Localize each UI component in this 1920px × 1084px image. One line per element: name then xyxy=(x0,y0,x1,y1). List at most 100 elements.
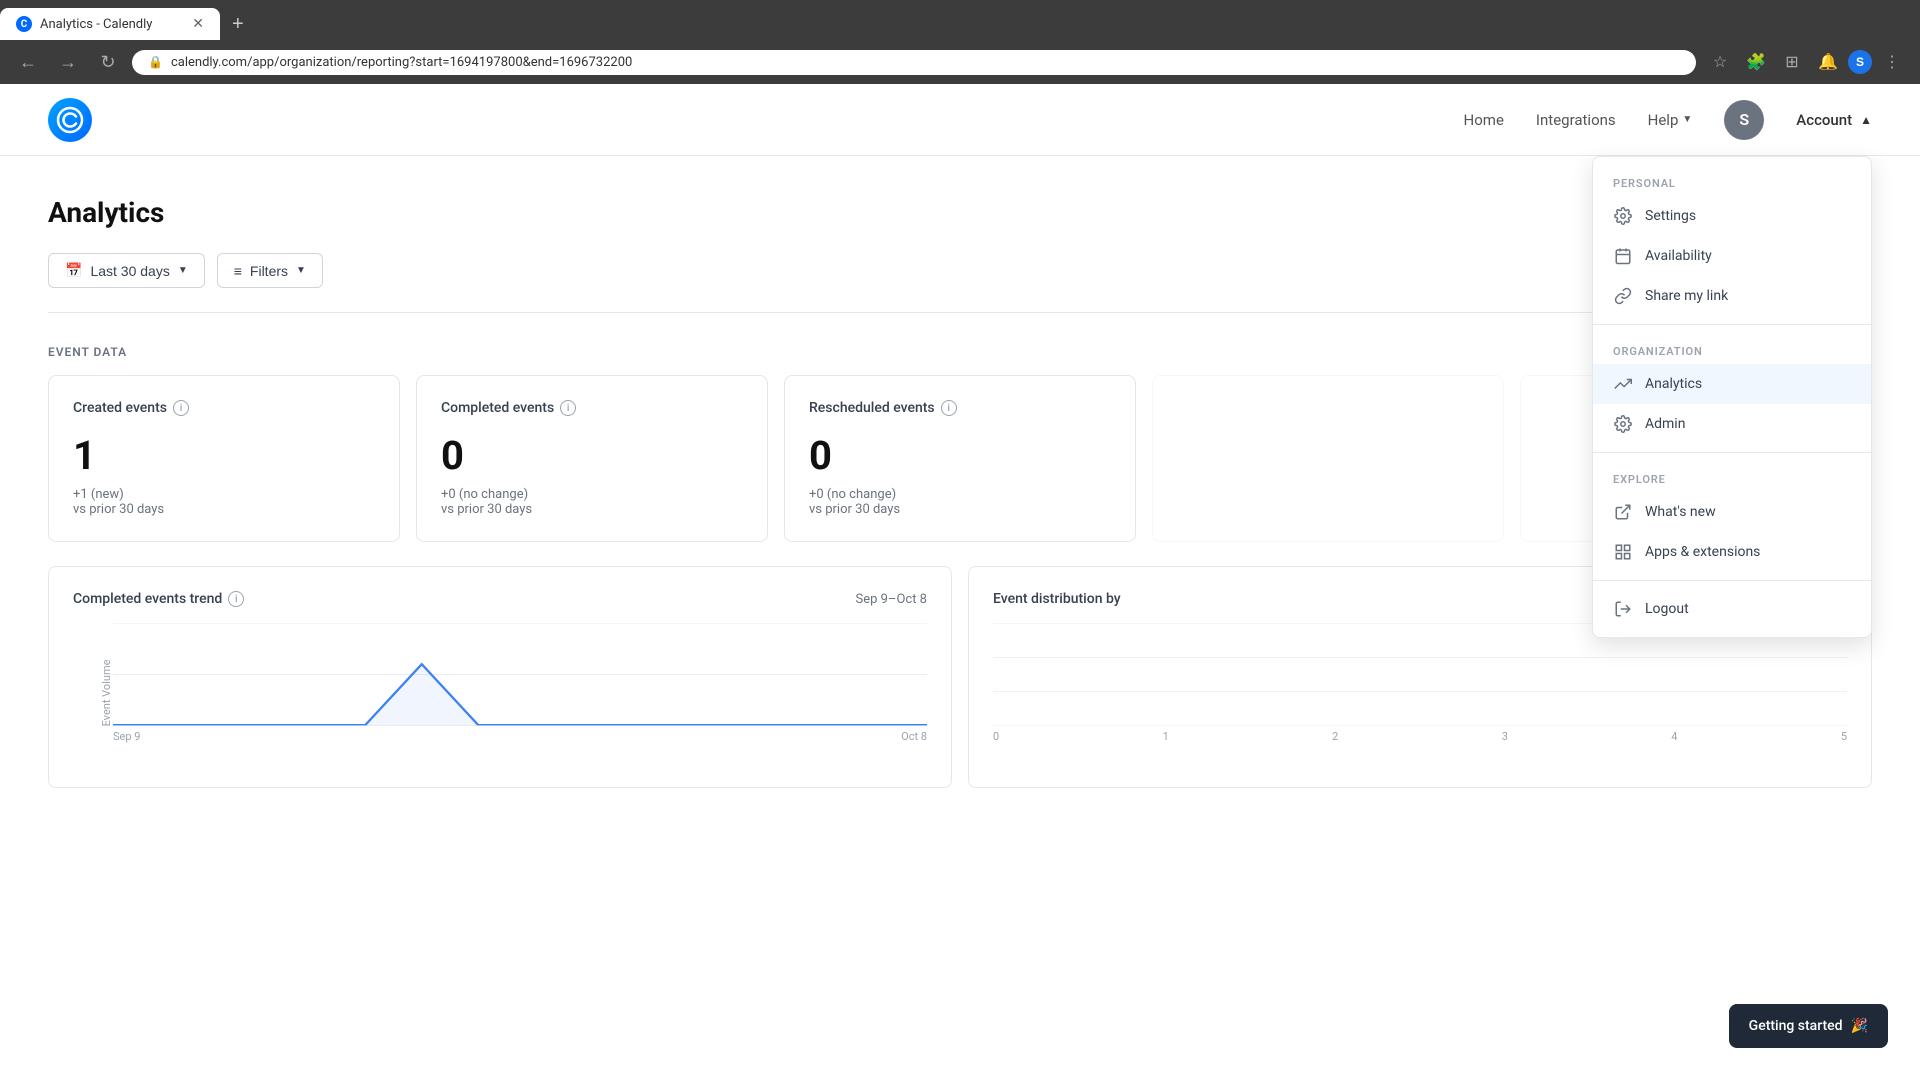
completed-events-change: +0 (no change)vs prior 30 days xyxy=(441,487,743,517)
date-range-chevron-icon: ▼ xyxy=(178,265,188,276)
filters-chevron-icon: ▼ xyxy=(296,265,306,276)
nav-home[interactable]: Home xyxy=(1464,111,1504,129)
apps-extensions-item[interactable]: Apps & extensions xyxy=(1593,532,1871,572)
trend-chart-info-icon[interactable]: i xyxy=(228,591,244,607)
trend-chart-header: Completed events trend i Sep 9–Oct 8 xyxy=(73,591,927,607)
nav-help[interactable]: Help ▼ xyxy=(1648,111,1693,129)
account-button[interactable]: Account ▲ xyxy=(1796,111,1872,129)
dropdown-divider-2 xyxy=(1593,452,1871,453)
analytics-icon xyxy=(1613,374,1633,394)
explore-section-label: EXPLORE xyxy=(1593,461,1871,492)
created-events-change: +1 (new)vs prior 30 days xyxy=(73,487,375,517)
completed-events-value: 0 xyxy=(441,432,743,479)
date-range-filter[interactable]: 📅 Last 30 days ▼ xyxy=(48,253,205,288)
distribution-chart-svg xyxy=(993,623,1847,726)
admin-icon xyxy=(1613,414,1633,434)
created-events-card: Created events i 1 +1 (new)vs prior 30 d… xyxy=(48,375,400,542)
y-axis-label: Event Volume xyxy=(100,660,113,727)
filters-button[interactable]: ≡ Filters ▼ xyxy=(217,253,323,288)
distribution-chart-area: 012345 xyxy=(993,623,1847,763)
logo-circle xyxy=(48,98,92,142)
availability-icon xyxy=(1613,246,1633,266)
calendar-icon: 📅 xyxy=(65,262,82,279)
share-link-item[interactable]: Share my link xyxy=(1593,276,1871,316)
whats-new-icon xyxy=(1613,502,1633,522)
logout-label: Logout xyxy=(1645,601,1689,617)
back-button[interactable]: ← xyxy=(12,46,44,78)
trend-chart-area: Event Volume 1 0 xyxy=(73,623,927,763)
analytics-item[interactable]: Analytics xyxy=(1593,364,1871,404)
tab-title: Analytics - Calendly xyxy=(40,17,152,32)
apps-extensions-label: Apps & extensions xyxy=(1645,544,1760,560)
settings-item[interactable]: Settings xyxy=(1593,196,1871,236)
help-chevron-icon: ▼ xyxy=(1682,114,1692,125)
analytics-label: Analytics xyxy=(1645,376,1702,392)
completed-events-card: Completed events i 0 +0 (no change)vs pr… xyxy=(416,375,768,542)
sidebar-icon[interactable]: ⊞ xyxy=(1776,46,1808,78)
trend-chart-title: Completed events trend i xyxy=(73,591,244,607)
notifications-icon[interactable]: 🔔 xyxy=(1812,46,1844,78)
admin-item[interactable]: Admin xyxy=(1593,404,1871,444)
browser-tabs: C Analytics - Calendly ✕ + xyxy=(0,0,1920,40)
share-link-icon xyxy=(1613,286,1633,306)
tab-favicon: C xyxy=(16,16,32,32)
availability-label: Availability xyxy=(1645,248,1712,264)
cancelled-events-card xyxy=(1152,375,1504,542)
filter-icon: ≡ xyxy=(234,263,242,279)
trend-chart-date: Sep 9–Oct 8 xyxy=(855,592,927,607)
personal-section-label: PERSONAL xyxy=(1593,165,1871,196)
bookmark-icon[interactable]: ☆ xyxy=(1704,46,1736,78)
nav-integrations[interactable]: Integrations xyxy=(1536,111,1616,129)
rescheduled-events-title: Rescheduled events i xyxy=(809,400,1111,416)
app-logo[interactable] xyxy=(48,98,92,142)
apps-extensions-icon xyxy=(1613,542,1633,562)
rescheduled-events-card: Rescheduled events i 0 +0 (no change)vs … xyxy=(784,375,1136,542)
created-events-value: 1 xyxy=(73,432,375,479)
forward-button[interactable]: → xyxy=(52,46,84,78)
app-header: Home Integrations Help ▼ S Account ▲ xyxy=(0,84,1920,156)
getting-started-emoji: 🎉 xyxy=(1851,1018,1868,1034)
trend-chart-card: Completed events trend i Sep 9–Oct 8 Eve… xyxy=(48,566,952,788)
new-tab-button[interactable]: + xyxy=(220,8,256,40)
url-text: calendly.com/app/organization/reporting?… xyxy=(171,55,632,70)
lock-icon: 🔒 xyxy=(148,55,163,69)
browser-profile-button[interactable]: S xyxy=(1848,50,1872,74)
browser-actions: ☆ 🧩 ⊞ 🔔 S ⋮ xyxy=(1704,46,1908,78)
active-tab[interactable]: C Analytics - Calendly ✕ xyxy=(0,8,220,40)
avatar[interactable]: S xyxy=(1724,100,1764,140)
rescheduled-events-change: +0 (no change)vs prior 30 days xyxy=(809,487,1111,517)
created-events-info-icon[interactable]: i xyxy=(173,400,189,416)
trend-chart-svg: 1 0 xyxy=(113,623,927,726)
rescheduled-events-value: 0 xyxy=(809,432,1111,479)
url-bar[interactable]: 🔒 calendly.com/app/organization/reportin… xyxy=(132,50,1696,75)
browser-chrome: C Analytics - Calendly ✕ + ← → ↻ 🔒 calen… xyxy=(0,0,1920,84)
header-nav: Home Integrations Help ▼ S Account ▲ xyxy=(1464,100,1872,140)
logout-item[interactable]: Logout xyxy=(1593,589,1871,629)
created-events-title: Created events i xyxy=(73,400,375,416)
browser-menu-icon[interactable]: ⋮ xyxy=(1876,46,1908,78)
settings-icon xyxy=(1613,206,1633,226)
distribution-chart-title: Event distribution by xyxy=(993,591,1121,607)
getting-started-toast[interactable]: Getting started 🎉 xyxy=(1729,1004,1888,1048)
app-container: Home Integrations Help ▼ S Account ▲ Ana… xyxy=(0,84,1920,1084)
refresh-button[interactable]: ↻ xyxy=(92,46,124,78)
settings-label: Settings xyxy=(1645,208,1696,224)
whats-new-item[interactable]: What's new xyxy=(1593,492,1871,532)
account-dropdown: PERSONAL Settings Availability xyxy=(1592,156,1872,638)
completed-events-title: Completed events i xyxy=(441,400,743,416)
availability-item[interactable]: Availability xyxy=(1593,236,1871,276)
whats-new-label: What's new xyxy=(1645,504,1716,520)
rescheduled-events-info-icon[interactable]: i xyxy=(941,400,957,416)
extensions-icon[interactable]: 🧩 xyxy=(1740,46,1772,78)
getting-started-label: Getting started xyxy=(1749,1018,1843,1034)
browser-toolbar: ← → ↻ 🔒 calendly.com/app/organization/re… xyxy=(0,40,1920,84)
logout-icon xyxy=(1613,599,1633,619)
share-link-label: Share my link xyxy=(1645,288,1728,304)
tab-close-icon[interactable]: ✕ xyxy=(192,16,204,32)
account-chevron-icon: ▲ xyxy=(1860,113,1872,127)
organization-section-label: ORGANIZATION xyxy=(1593,333,1871,364)
completed-events-info-icon[interactable]: i xyxy=(560,400,576,416)
admin-label: Admin xyxy=(1645,416,1685,432)
dropdown-divider-3 xyxy=(1593,580,1871,581)
dropdown-divider-1 xyxy=(1593,324,1871,325)
